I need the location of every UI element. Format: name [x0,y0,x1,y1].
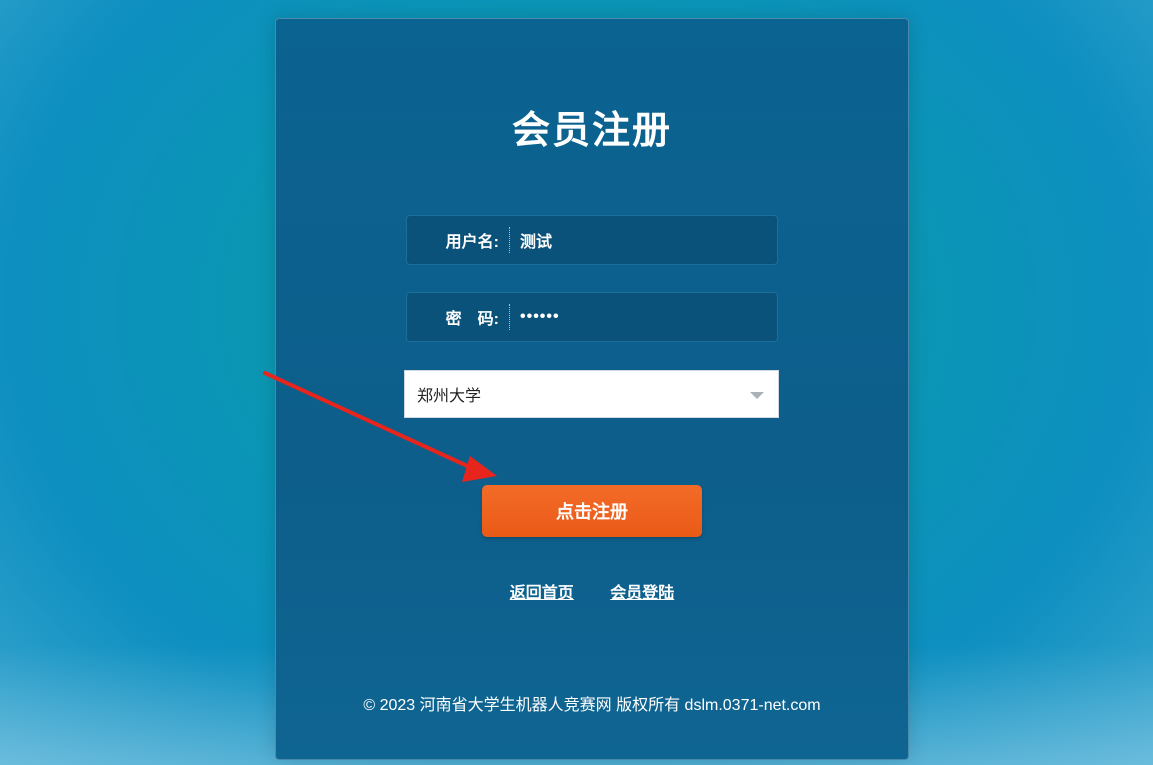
register-card: 会员注册 用户名: 测试 密 码: •••••• 郑州大学 点击注册 返回首页 … [275,18,909,760]
field-divider [509,227,510,253]
back-home-link[interactable]: 返回首页 [510,585,574,602]
copyright-text: © 2023 河南省大学生机器人竞赛网 版权所有 dslm.0371-net.c… [363,697,821,714]
username-input[interactable]: 测试 [520,228,760,252]
member-login-link[interactable]: 会员登陆 [610,585,674,602]
field-divider [509,304,510,330]
school-select[interactable]: 郑州大学 [404,370,779,418]
chevron-down-icon[interactable] [750,392,764,399]
username-field[interactable]: 用户名: 测试 [406,215,778,265]
footer-links: 返回首页 会员登陆 [276,579,908,603]
password-field[interactable]: 密 码: •••••• [406,292,778,342]
page-title: 会员注册 [511,110,672,152]
username-label: 用户名: [445,234,499,251]
school-selected-value: 郑州大学 [417,388,482,405]
register-button[interactable]: 点击注册 [482,485,702,537]
password-label: 密 码: [445,311,499,328]
password-input[interactable]: •••••• [520,308,760,326]
